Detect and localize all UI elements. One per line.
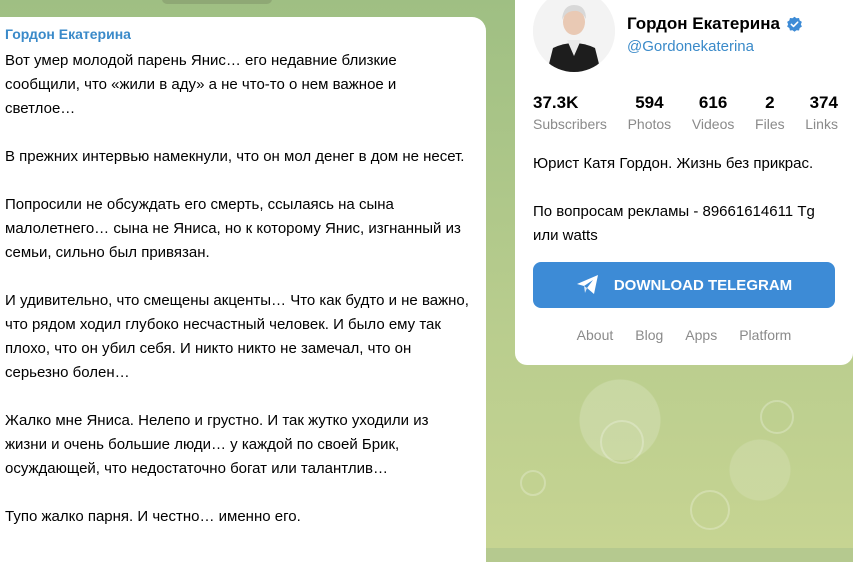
footer-link-platform[interactable]: Platform bbox=[739, 327, 791, 343]
footer-link-blog[interactable]: Blog bbox=[635, 327, 663, 343]
description-line: Юрист Катя Гордон. Жизнь без прикрас. bbox=[533, 155, 814, 172]
message-paragraph: И удивительно, что смещены акценты… Что … bbox=[5, 292, 469, 381]
channel-avatar[interactable] bbox=[533, 0, 615, 72]
message-paragraph: Жалко мне Яниса. Нелепо и грустно. И так… bbox=[5, 412, 429, 477]
footer-link-about[interactable]: About bbox=[577, 327, 614, 343]
background-doodle bbox=[690, 490, 730, 530]
previous-message-edge bbox=[162, 0, 272, 4]
stat-label: Videos bbox=[691, 116, 735, 132]
stat-label: Files bbox=[755, 116, 785, 132]
telegram-plane-icon bbox=[576, 275, 598, 294]
stat-value: 594 bbox=[635, 93, 664, 112]
stat-value: 37.3K bbox=[533, 93, 579, 112]
channel-handle[interactable]: @Gordonekaterina bbox=[627, 38, 754, 55]
channel-stats: 37.3K Subscribers 594 Photos 616 Videos … bbox=[533, 92, 838, 134]
message-paragraph: Попросили не обсуждать его смерть, ссыла… bbox=[5, 196, 461, 261]
download-telegram-button[interactable]: DOWNLOAD TELEGRAM bbox=[533, 262, 835, 308]
channel-name: Гордон Екатерина bbox=[627, 14, 803, 34]
channel-description: Юрист Катя Гордон. Жизнь без прикрас. По… bbox=[533, 152, 843, 272]
background-doodle bbox=[520, 470, 546, 496]
channel-info-card: Гордон Екатерина @Gordonekaterina 37.3K … bbox=[515, 0, 853, 365]
message-bubble: Гордон Екатерина Вот умер молодой парень… bbox=[0, 17, 486, 562]
stat-files[interactable]: 2 Files bbox=[755, 92, 785, 134]
stat-photos[interactable]: 594 Photos bbox=[628, 92, 672, 134]
channel-name-text: Гордон Екатерина bbox=[627, 14, 780, 33]
stat-value: 374 bbox=[809, 93, 838, 112]
stat-label: Subscribers bbox=[533, 116, 607, 132]
stat-label: Photos bbox=[627, 116, 672, 132]
message-paragraph: Вот умер молодой парень Янис… его недавн… bbox=[5, 52, 397, 117]
description-line: По вопросам рекламы - 89661614611 Tg или… bbox=[533, 203, 815, 244]
verified-badge-icon bbox=[787, 16, 802, 32]
stat-value: 616 bbox=[698, 93, 728, 112]
footer-link-apps[interactable]: Apps bbox=[685, 327, 717, 343]
person-silhouette-icon bbox=[533, 0, 615, 72]
background-doodle bbox=[600, 420, 644, 464]
stat-subscribers: 37.3K Subscribers bbox=[533, 92, 607, 134]
footer-links: About Blog Apps Platform bbox=[515, 327, 853, 343]
message-paragraph: Тупо жалко парня. И честно… именно его. bbox=[5, 508, 301, 525]
stat-value: 2 bbox=[765, 93, 775, 112]
stat-videos[interactable]: 616 Videos bbox=[692, 92, 735, 134]
message-paragraph: В прежних интервью намекнули, что он мол… bbox=[5, 148, 465, 165]
background-doodle bbox=[760, 400, 794, 434]
download-telegram-label: DOWNLOAD TELEGRAM bbox=[613, 276, 793, 294]
message-author[interactable]: Гордон Екатерина bbox=[5, 25, 470, 43]
stat-links[interactable]: 374 Links bbox=[805, 92, 838, 134]
stat-label: Links bbox=[805, 116, 838, 132]
